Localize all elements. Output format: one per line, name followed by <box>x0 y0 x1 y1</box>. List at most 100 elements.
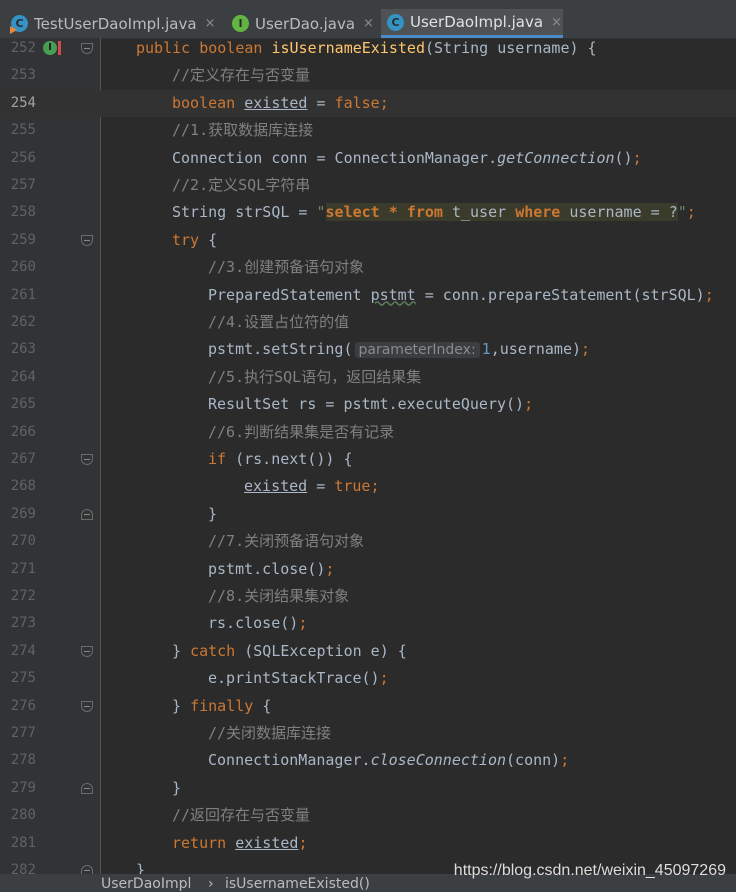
code-line[interactable]: 252 I public boolean isUsernameExisted(S… <box>0 38 736 62</box>
line-number: 256 <box>10 149 36 166</box>
code-line[interactable]: 262 //4.设置占位符的值 <box>0 309 736 336</box>
breadcrumb-method[interactable]: isUsernameExisted() <box>225 876 370 892</box>
line-number: 260 <box>10 259 36 276</box>
line-number: 264 <box>10 368 36 385</box>
code-text: //定义存在与否变量 <box>172 66 311 85</box>
code-text: boolean existed = false; <box>172 93 389 112</box>
code-text: PreparedStatement pstmt = conn.prepareSt… <box>208 285 714 304</box>
tab-user-dao[interactable]: I UserDao.java × <box>226 9 374 38</box>
code-line[interactable]: 253 //定义存在与否变量 <box>0 62 736 89</box>
code-line[interactable]: 255 //1.获取数据库连接 <box>0 117 736 144</box>
tab-test-user-dao-impl[interactable]: C TestUserDaoImpl.java × <box>5 9 219 38</box>
line-number: 278 <box>10 752 36 769</box>
code-line[interactable]: 272 //8.关闭结果集对象 <box>0 583 736 610</box>
code-text: //4.设置占位符的值 <box>208 313 350 331</box>
close-icon[interactable]: × <box>551 15 562 30</box>
code-text: } <box>172 778 182 797</box>
line-number: 274 <box>10 642 36 659</box>
code-text: public boolean isUsernameExisted(String … <box>136 39 597 57</box>
code-line[interactable]: 264 //5.执行SQL语句，返回结果集 <box>0 364 736 391</box>
code-line[interactable]: 278 ConnectionManager.closeConnection(co… <box>0 747 736 774</box>
line-number: 261 <box>10 286 36 303</box>
code-editor[interactable]: 252 I public boolean isUsernameExisted(S… <box>0 38 736 874</box>
code-line[interactable]: 280 //返回存在与否变量 <box>0 802 736 829</box>
line-number: 272 <box>10 588 36 604</box>
code-line[interactable]: 275 e.printStackTrace(); <box>0 665 736 692</box>
code-line[interactable]: 259 try { <box>0 227 736 254</box>
code-text: pstmt.close(); <box>208 559 335 578</box>
close-icon[interactable]: × <box>205 16 216 31</box>
fold-end-icon[interactable] <box>81 782 93 794</box>
code-line[interactable]: 258 String strSQL = "select * from t_use… <box>0 199 736 226</box>
line-number: 265 <box>10 396 36 413</box>
line-number: 280 <box>10 807 36 824</box>
fold-icon[interactable] <box>81 700 93 712</box>
code-text: } <box>208 504 218 523</box>
code-text: //返回存在与否变量 <box>172 806 311 825</box>
breadcrumb-class[interactable]: UserDaoImpl <box>101 876 191 892</box>
code-text: e.printStackTrace(); <box>208 669 389 688</box>
code-text: Connection conn = ConnectionManager.getC… <box>172 148 642 167</box>
code-line[interactable]: 271 pstmt.close(); <box>0 556 736 583</box>
parameter-hint: parameterIndex: <box>354 342 480 359</box>
code-line[interactable]: 281 return existed; <box>0 830 736 857</box>
line-number: 259 <box>10 231 36 248</box>
fold-icon[interactable] <box>81 234 93 246</box>
code-text: ConnectionManager.closeConnection(conn); <box>208 751 570 770</box>
line-number: 266 <box>10 423 36 440</box>
code-text: //6.判断结果集是否有记录 <box>208 422 395 441</box>
line-number: 275 <box>10 670 36 687</box>
line-number: 263 <box>10 341 36 358</box>
code-text: //5.执行SQL语句，返回结果集 <box>208 367 422 386</box>
tab-label: UserDao.java <box>255 14 356 33</box>
code-text: //1.获取数据库连接 <box>172 121 314 140</box>
code-line[interactable]: 265 ResultSet rs = pstmt.executeQuery(); <box>0 391 736 418</box>
code-line[interactable]: 267 if (rs.next()) { <box>0 446 736 473</box>
class-icon: C <box>387 13 404 31</box>
code-line[interactable]: 273 rs.close(); <box>0 610 736 637</box>
code-text: try { <box>172 230 218 249</box>
fold-icon[interactable] <box>81 43 93 54</box>
code-text: pstmt.setString(parameterIndex: 1,usernam… <box>208 340 591 359</box>
fold-icon[interactable] <box>81 645 93 657</box>
line-number: 258 <box>10 204 36 221</box>
code-line[interactable]: 256 Connection conn = ConnectionManager.… <box>0 145 736 172</box>
line-number: 252 <box>10 40 36 56</box>
override-marker-icon[interactable]: I <box>43 41 57 55</box>
code-line[interactable]: 269 } <box>0 501 736 528</box>
code-text: if (rs.next()) { <box>208 450 353 468</box>
line-number: 268 <box>10 478 36 495</box>
line-number: 267 <box>10 451 36 467</box>
line-number: 276 <box>10 697 36 714</box>
tab-label: TestUserDaoImpl.java <box>34 14 197 33</box>
code-line[interactable]: 263 pstmt.setString(parameterIndex: 1,use… <box>0 336 736 363</box>
line-number: 269 <box>10 505 36 522</box>
fold-end-icon[interactable] <box>81 865 93 874</box>
code-text: //3.创建预备语句对象 <box>208 258 365 277</box>
code-line[interactable]: 270 //7.关闭预备语句对象 <box>0 528 736 555</box>
line-number: 282 <box>10 862 36 874</box>
code-line[interactable]: 266 //6.判断结果集是否有记录 <box>0 419 736 446</box>
code-line-current[interactable]: 254 boolean existed = false; <box>0 89 736 118</box>
code-line[interactable]: 276 } finally { <box>0 693 736 720</box>
code-line[interactable]: 277 //关闭数据库连接 <box>0 720 736 747</box>
editor-tab-bar: C TestUserDaoImpl.java × I UserDao.java … <box>0 0 736 39</box>
code-line[interactable]: 279 } <box>0 775 736 802</box>
interface-icon: I <box>232 15 249 32</box>
code-line[interactable]: 274 } catch (SQLException e) { <box>0 638 736 665</box>
code-text: } finally { <box>172 696 272 715</box>
line-number: 281 <box>10 834 36 851</box>
fold-end-icon[interactable] <box>81 508 93 520</box>
tab-user-dao-impl[interactable]: C UserDaoImpl.java × <box>381 9 563 38</box>
line-number: 273 <box>10 615 36 632</box>
code-line[interactable]: 260 //3.创建预备语句对象 <box>0 254 736 281</box>
code-line[interactable]: 257 //2.定义SQL字符串 <box>0 172 736 199</box>
code-line[interactable]: 268 existed = true; <box>0 473 736 500</box>
close-icon[interactable]: × <box>363 16 374 31</box>
line-number: 257 <box>10 177 36 193</box>
code-line[interactable]: 261 PreparedStatement pstmt = conn.prepa… <box>0 282 736 309</box>
code-text: } <box>136 861 146 874</box>
fold-icon[interactable] <box>81 454 93 465</box>
line-number: 279 <box>10 779 36 796</box>
code-text: existed = true; <box>244 477 380 496</box>
